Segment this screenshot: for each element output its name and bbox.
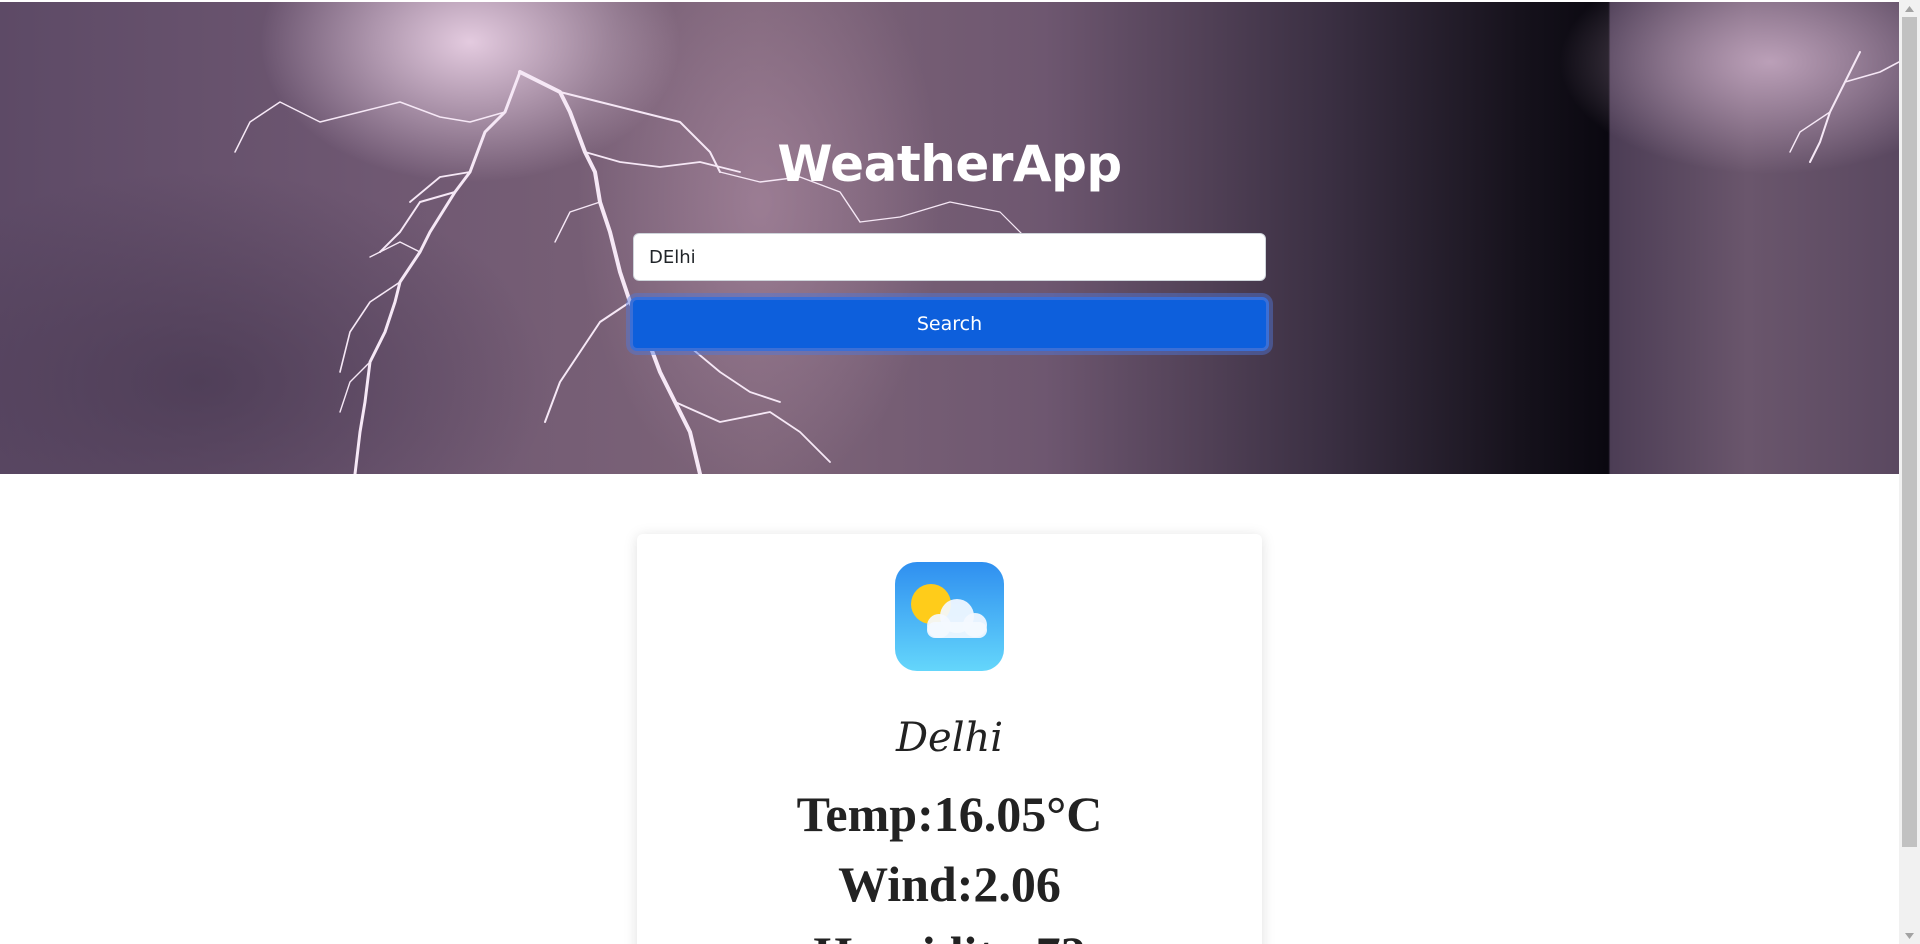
search-input[interactable]: [633, 233, 1266, 281]
partly-cloudy-icon: [895, 562, 1004, 671]
hero-banner: WeatherApp Search: [0, 2, 1899, 474]
search-button[interactable]: Search: [630, 297, 1269, 351]
wind-value: Wind:2.06: [838, 856, 1061, 912]
scroll-down-arrow-icon[interactable]: [1899, 927, 1920, 944]
scrollbar-thumb[interactable]: [1902, 17, 1917, 847]
vertical-scrollbar[interactable]: [1899, 0, 1920, 944]
humidity-value: Humidity:72: [637, 922, 1262, 944]
scroll-up-arrow-icon[interactable]: [1899, 0, 1920, 17]
app-title: WeatherApp: [777, 135, 1122, 193]
page: WeatherApp Search Delhi Temp:16.05°C Win…: [0, 0, 1899, 944]
city-name: Delhi: [895, 715, 1004, 761]
temperature-value: Temp:16.05°C: [796, 786, 1103, 842]
